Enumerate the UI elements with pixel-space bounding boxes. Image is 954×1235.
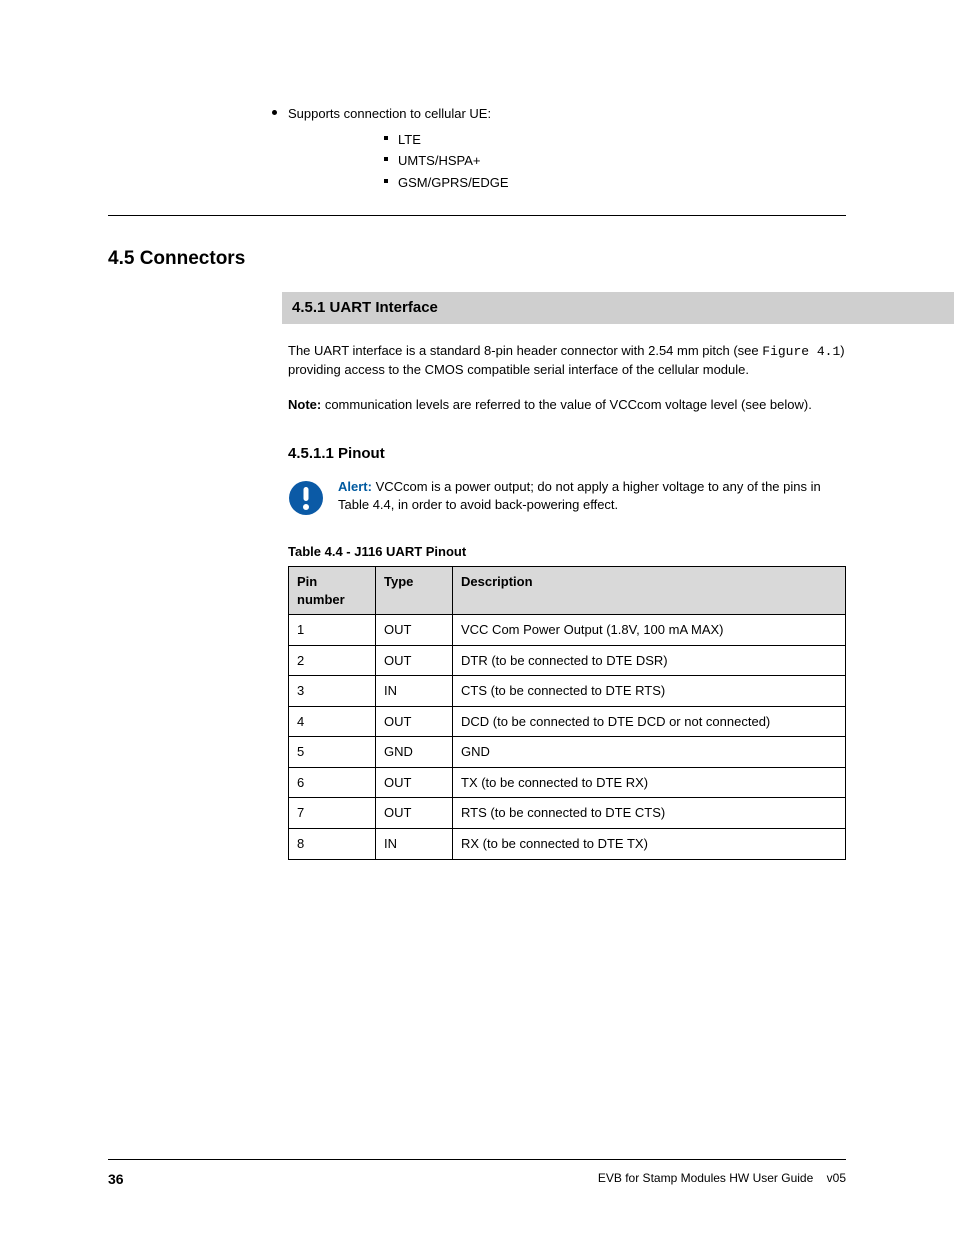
- table-cell-pin: 1: [289, 615, 376, 646]
- table-cell-desc: DCD (to be connected to DTE DCD or not c…: [453, 706, 846, 737]
- table-cell-type: OUT: [376, 645, 453, 676]
- footer-version: v05: [827, 1171, 846, 1185]
- note-text: communication levels are referred to the…: [321, 397, 812, 412]
- sub-bullet-text: LTE: [398, 132, 421, 147]
- table-cell-type: OUT: [376, 706, 453, 737]
- footer-doc-title: EVB for Stamp Modules HW User Guide: [598, 1171, 813, 1185]
- table-cell-type: OUT: [376, 767, 453, 798]
- content-column: Supports connection to cellular UE: LTE …: [288, 105, 846, 860]
- alert-text: Alert: VCCcom is a power output; do not …: [338, 478, 846, 513]
- alert-block: Alert: VCCcom is a power output; do not …: [288, 478, 846, 521]
- sub-subsection-heading: 4.5.1.1 Pinout: [288, 444, 846, 464]
- table-row: 4OUTDCD (to be connected to DTE DCD or n…: [289, 706, 846, 737]
- subsection-heading-band: 4.5.1 UART Interface: [282, 292, 954, 324]
- top-bullet: Supports connection to cellular UE: LTE …: [288, 105, 846, 191]
- sub-bullet-item: GSM/GPRS/EDGE: [398, 174, 846, 192]
- table-cell-type: IN: [376, 676, 453, 707]
- table-cell-type: GND: [376, 737, 453, 768]
- square-bullet-icon: [384, 179, 388, 183]
- table-cell-pin: 7: [289, 798, 376, 829]
- table-cell-desc: VCC Com Power Output (1.8V, 100 mA MAX): [453, 615, 846, 646]
- sub-bullet-text: UMTS/HSPA+: [398, 153, 480, 168]
- table-cell-pin: 6: [289, 767, 376, 798]
- table-cell-pin: 4: [289, 706, 376, 737]
- page: Supports connection to cellular UE: LTE …: [0, 0, 954, 1235]
- table-reference: Table 4.4: [338, 497, 391, 512]
- bullet-dot-icon: [272, 110, 277, 115]
- square-bullet-icon: [384, 136, 388, 140]
- table-cell-type: OUT: [376, 615, 453, 646]
- sub-bullet-text: GSM/GPRS/EDGE: [398, 175, 509, 190]
- page-number: 36: [108, 1170, 124, 1189]
- table-row: 8INRX (to be connected to DTE TX): [289, 828, 846, 859]
- figure-reference: Figure 4.1: [762, 344, 840, 359]
- table-cell-desc: GND: [453, 737, 846, 768]
- sub-bullet-item: LTE: [398, 131, 846, 149]
- page-footer: 36 EVB for Stamp Modules HW User Guide v…: [108, 1159, 846, 1189]
- table-cell-pin: 8: [289, 828, 376, 859]
- table-header-row: Pin number Type Description: [289, 567, 846, 615]
- alert-label: Alert:: [338, 479, 372, 494]
- table-row: 5GNDGND: [289, 737, 846, 768]
- section-divider: [108, 215, 846, 216]
- table-row: 7OUTRTS (to be connected to DTE CTS): [289, 798, 846, 829]
- table-cell-type: OUT: [376, 798, 453, 829]
- table-cell-desc: DTR (to be connected to DTE DSR): [453, 645, 846, 676]
- footer-divider: [108, 1159, 846, 1160]
- col-header-type: Type: [376, 567, 453, 615]
- table-row: 6OUTTX (to be connected to DTE RX): [289, 767, 846, 798]
- note-label: Note:: [288, 397, 321, 412]
- table-cell-desc: RX (to be connected to DTE TX): [453, 828, 846, 859]
- col-header-desc: Description: [453, 567, 846, 615]
- table-row: 2OUTDTR (to be connected to DTE DSR): [289, 645, 846, 676]
- table-cell-desc: TX (to be connected to DTE RX): [453, 767, 846, 798]
- table-cell-pin: 5: [289, 737, 376, 768]
- square-bullet-icon: [384, 157, 388, 161]
- table-cell-desc: RTS (to be connected to DTE CTS): [453, 798, 846, 829]
- alert-body-pre: VCCcom is a power output; do not apply a…: [372, 479, 821, 494]
- sub-bullet-item: UMTS/HSPA+: [398, 152, 846, 170]
- text: The UART interface is a standard 8-pin h…: [288, 343, 762, 358]
- pinout-table: Pin number Type Description 1OUTVCC Com …: [288, 566, 846, 859]
- table-cell-pin: 3: [289, 676, 376, 707]
- table-caption: Table 4.4 - J116 UART Pinout: [288, 543, 846, 561]
- table-cell-desc: CTS (to be connected to DTE RTS): [453, 676, 846, 707]
- sub-bullet-list: LTE UMTS/HSPA+ GSM/GPRS/EDGE: [398, 131, 846, 192]
- note-paragraph: Note: communication levels are referred …: [288, 396, 846, 414]
- table-row: 3INCTS (to be connected to DTE RTS): [289, 676, 846, 707]
- top-bullet-text: Supports connection to cellular UE:: [288, 106, 491, 121]
- alert-body-post: , in order to avoid back-powering effect…: [391, 497, 618, 512]
- table-row: 1OUTVCC Com Power Output (1.8V, 100 mA M…: [289, 615, 846, 646]
- alert-icon: [288, 480, 324, 521]
- table-cell-pin: 2: [289, 645, 376, 676]
- paragraph: The UART interface is a standard 8-pin h…: [288, 342, 846, 378]
- section-heading: 4.5 Connectors: [108, 246, 846, 272]
- col-header-pin: Pin number: [289, 567, 376, 615]
- table-cell-type: IN: [376, 828, 453, 859]
